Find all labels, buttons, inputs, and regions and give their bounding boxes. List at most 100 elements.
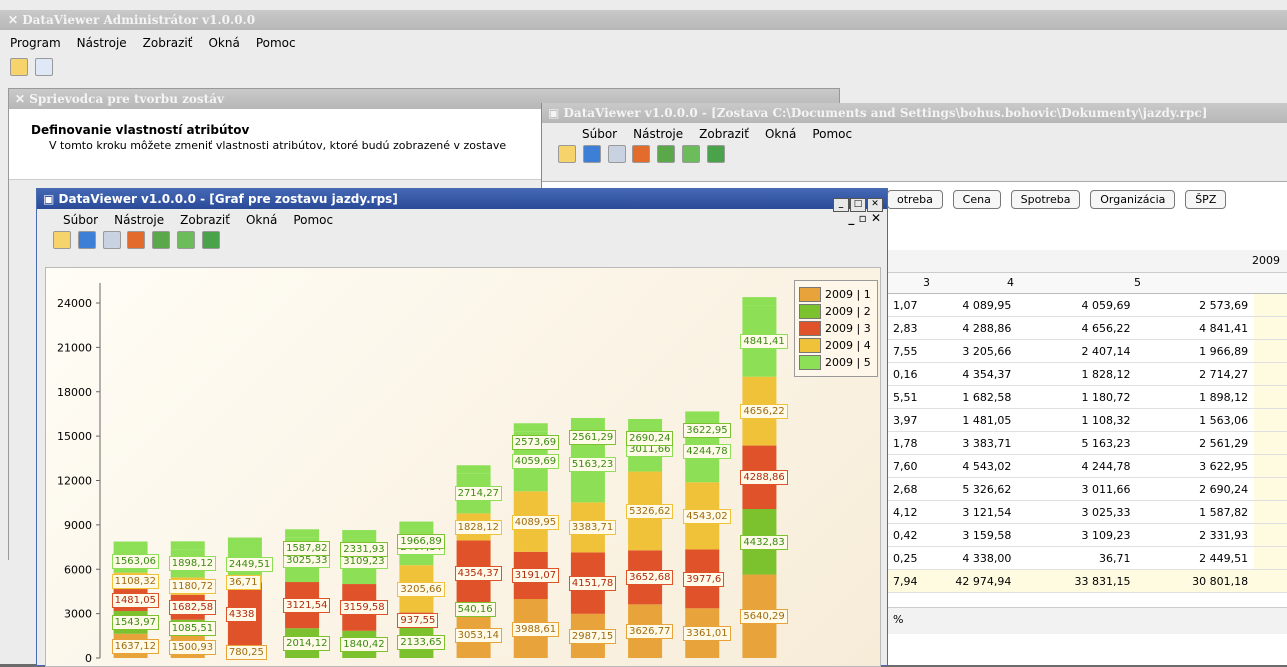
data-label: 1085,51 [168,620,217,636]
print-icon[interactable] [102,231,121,249]
col-header-4: 4 [1007,276,1014,289]
data-label: 4244,78 [683,443,731,459]
table-cell: 2 573,69 [1136,294,1255,317]
chart-icon[interactable] [632,145,651,163]
table-cell: 4 656,22 [1017,316,1137,340]
table-cell: 4 244,78 [1017,454,1137,478]
column-button-spotreba[interactable]: Spotreba [1010,190,1081,209]
data-label: 3361,01 [683,626,731,642]
table-row[interactable]: 5,51 1 682,58 1 180,72 1 898,12 [887,385,1287,409]
table-cell: 4 059,69 [1017,294,1137,317]
table-cell: 3 025,33 [1017,500,1137,524]
open-icon[interactable] [53,231,71,249]
table-row[interactable]: 4,12 3 121,54 3 025,33 1 587,82 [887,500,1287,524]
total-row[interactable]: 7,94 42 974,94 33 831,15 30 801,18 [887,569,1287,593]
column-button-cena[interactable]: Cena [952,190,1001,209]
top-data-label: 3622,95 [683,423,731,439]
chart-menu-subor[interactable]: Súbor [63,213,98,227]
export-icon[interactable] [152,231,171,249]
data-label: 4354,37 [454,565,502,581]
table-row[interactable]: 1,07 4 089,95 4 059,69 2 573,69 [887,294,1287,317]
new-report-icon[interactable] [10,58,28,76]
chart-icon[interactable] [127,231,146,249]
report-menu-zobrazit[interactable]: Zobraziť [699,127,749,141]
table-cell: 5 326,62 [927,477,1018,501]
save-icon[interactable] [77,231,96,249]
legend-label: 2009 | 3 [825,322,871,335]
admin-menubar: Program Nástroje Zobraziť Okná Pomoc [0,32,610,54]
refresh-icon[interactable] [177,231,196,249]
data-label: 540,16 [454,601,496,617]
column-button-spz[interactable]: ŠPZ [1185,190,1227,209]
table-row[interactable]: 0,42 3 159,58 3 109,23 2 331,93 [887,523,1287,547]
menu-zobrazit[interactable]: Zobraziť [143,36,193,50]
legend-label: 2009 | 4 [825,339,871,352]
chart-menu-okna[interactable]: Okná [246,213,277,227]
table-row[interactable]: 1,78 3 383,71 5 163,23 2 561,29 [887,431,1287,455]
data-label: 1637,12 [111,638,159,654]
top-data-label: 2690,24 [626,430,674,446]
column-button-organizacia[interactable]: Organizácia [1090,190,1176,209]
table-cell: 7,55 [887,339,928,363]
table-cell-pad [1254,431,1287,455]
data-label: 4288,86 [740,470,788,486]
menu-nastroje[interactable]: Nástroje [77,36,127,50]
mdi-minimize-icon[interactable]: _ [848,211,854,225]
table-cell: 3 159,58 [927,523,1018,547]
table-cell: 2 331,93 [1136,523,1255,547]
report-menu-subor[interactable]: Súbor [582,127,617,141]
table-cell-pad [1254,477,1287,501]
export-icon[interactable] [657,145,676,163]
data-label: 4059,69 [511,454,560,470]
table-cell: 5,51 [887,385,928,409]
reload-icon[interactable] [706,145,725,163]
table-cell: 1 966,89 [1136,339,1255,363]
table-row[interactable]: 3,97 1 481,05 1 108,32 1 563,06 [887,408,1287,432]
report-menu-nastroje[interactable]: Nástroje [633,127,683,141]
legend-item: 2009 | 4 [799,338,873,353]
edit-icon[interactable] [34,58,53,76]
column-button-otreba[interactable]: otreba [887,190,943,209]
menu-program[interactable]: Program [10,36,61,50]
open-icon[interactable] [558,145,576,163]
chart-menu-zobrazit[interactable]: Zobraziť [180,213,230,227]
column-header-row: 3 4 5 [887,273,1287,294]
mdi-restore-icon[interactable]: ▫ [859,211,867,225]
data-label: 1828,12 [454,519,502,535]
table-row[interactable]: 7,60 4 543,02 4 244,78 3 622,95 [887,454,1287,478]
save-icon[interactable] [582,145,601,163]
col-header-5: 5 [1134,276,1141,289]
data-label: 2449,51 [225,556,274,572]
table-row[interactable]: 0,25 4 338,00 36,71 2 449,51 [887,546,1287,570]
data-label: 2133,65 [397,635,445,651]
table-cell-pad [1254,546,1287,570]
data-label: 3053,14 [454,628,502,644]
table-cell: 4 841,41 [1136,316,1255,340]
table-cell: 3 011,66 [1017,477,1137,501]
reload-icon[interactable] [201,231,220,249]
data-label: 4432,83 [740,534,788,550]
table-row[interactable]: 2,68 5 326,62 3 011,66 2 690,24 [887,477,1287,501]
report-menu-okna[interactable]: Okná [765,127,796,141]
table-cell: 1 682,58 [927,385,1018,409]
menu-okna[interactable]: Okná [208,36,239,50]
chart-window: ▣ DataViewer v1.0.0.0 - [Graf pre zostav… [36,188,888,667]
table-cell: 4 089,95 [927,294,1018,317]
table-row[interactable]: 2,83 4 288,86 4 656,22 4 841,41 [887,316,1287,340]
refresh-icon[interactable] [682,145,701,163]
table-row[interactable]: 7,55 3 205,66 2 407,14 1 966,89 [887,339,1287,363]
table-row[interactable]: 0,16 4 354,37 1 828,12 2 714,27 [887,362,1287,386]
chart-menu-nastroje[interactable]: Nástroje [114,213,164,227]
legend-item: 2009 | 3 [799,321,873,336]
table-cell: 2 407,14 [1017,339,1137,363]
data-label: 1543,97 [111,615,159,631]
data-label: 1563,06 [111,554,159,570]
menu-pomoc[interactable]: Pomoc [256,36,296,50]
legend-label: 2009 | 1 [825,288,871,301]
chart-menu-pomoc[interactable]: Pomoc [293,213,333,227]
legend-swatch [799,321,821,336]
mdi-close-icon[interactable]: ✕ [871,211,881,225]
print-icon[interactable] [607,145,626,163]
report-menu-pomoc[interactable]: Pomoc [812,127,852,141]
table-cell: 2,68 [887,477,928,501]
